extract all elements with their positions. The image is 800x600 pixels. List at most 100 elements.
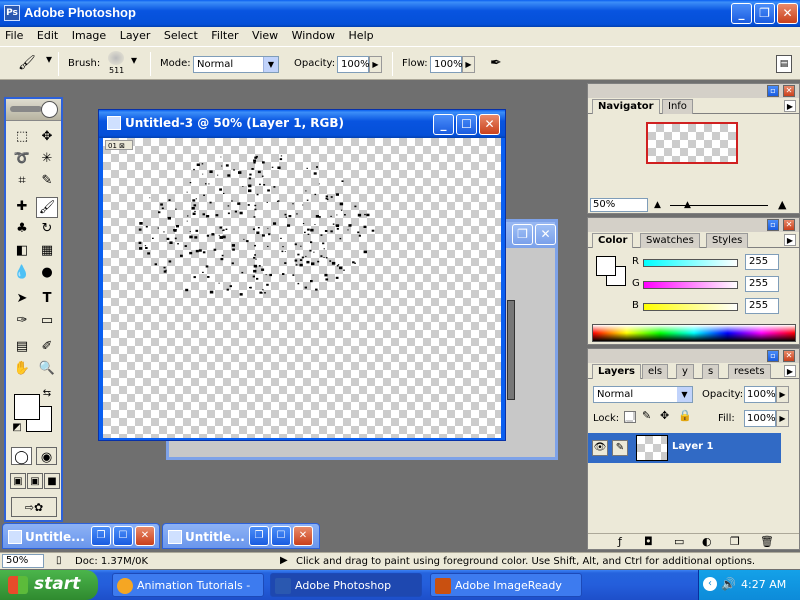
fill-arrow-icon[interactable]: ▶	[776, 410, 789, 427]
type-tool-icon[interactable]: T	[36, 289, 58, 310]
slice-tool-icon[interactable]: ✎	[36, 171, 58, 192]
minimize-button[interactable]: _	[433, 114, 454, 135]
restore-button[interactable]: ❐	[512, 224, 533, 245]
menu-select[interactable]: Select	[159, 27, 203, 42]
minimized-document-1[interactable]: Untitle... ❐ ☐ ✕	[2, 523, 160, 549]
blur-tool-icon[interactable]: 💧	[11, 263, 33, 284]
tab-paths[interactable]: y	[676, 364, 694, 379]
jump-to-imageready-icon[interactable]: ⇨✿	[11, 497, 57, 517]
menu-edit[interactable]: Edit	[32, 27, 63, 42]
restore-button[interactable]: ❐	[91, 526, 111, 546]
task-adobe-photoshop[interactable]: Adobe Photoshop	[270, 573, 422, 597]
trash-icon[interactable]: 🗑	[760, 535, 774, 548]
marquee-tool-icon[interactable]: ⬚	[11, 127, 33, 148]
minimize-button[interactable]: _	[731, 3, 752, 24]
lasso-tool-icon[interactable]: ➰	[11, 149, 33, 170]
airbrush-icon[interactable]: ✒	[490, 55, 512, 73]
flow-arrow-icon[interactable]: ▶	[462, 56, 475, 73]
menu-layer[interactable]: Layer	[115, 27, 156, 42]
crop-tool-icon[interactable]: ⌗	[11, 171, 33, 192]
zoom-in-icon[interactable]: ▲	[778, 198, 786, 211]
brush-preview-icon[interactable]	[108, 51, 124, 65]
close-panel-button[interactable]: ✕	[783, 219, 795, 231]
minimize-panel-button[interactable]: ▫	[767, 85, 779, 97]
tab-info[interactable]: Info	[662, 99, 693, 114]
standard-mode-icon[interactable]: ◯	[11, 447, 32, 465]
status-zoom-input[interactable]: 50%	[2, 554, 44, 568]
notes-tool-icon[interactable]: ▤	[11, 337, 33, 358]
move-tool-icon[interactable]: ✥	[36, 127, 58, 148]
tab-color[interactable]: Color	[592, 233, 634, 248]
opacity-arrow-icon[interactable]: ▶	[369, 56, 382, 73]
tool-preset-arrow-icon[interactable]: ▾	[46, 52, 52, 66]
lock-transparency-icon[interactable]	[624, 411, 636, 423]
panel-menu-icon[interactable]: ▶	[784, 234, 796, 246]
layer-row[interactable]: 👁 ✎ Layer 1	[588, 433, 781, 463]
tab-navigator[interactable]: Navigator	[592, 99, 660, 114]
channel-b-slider[interactable]	[643, 303, 738, 311]
close-button[interactable]: ✕	[479, 114, 500, 135]
shape-tool-icon[interactable]: ▭	[36, 311, 58, 332]
tab-channels[interactable]: els	[642, 364, 669, 379]
screen-mode-full-menu-icon[interactable]: ▣	[27, 473, 43, 489]
default-colors-icon[interactable]: ◩	[10, 421, 24, 435]
close-button[interactable]: ✕	[293, 526, 313, 546]
start-button[interactable]: start	[0, 570, 98, 600]
channel-r-slider[interactable]	[643, 259, 738, 267]
channel-r-input[interactable]: 255	[745, 254, 779, 270]
tab-styles[interactable]: Styles	[706, 233, 749, 248]
brush-picker-arrow-icon[interactable]: ▾	[131, 53, 137, 67]
canvas[interactable]: 01 ⊠	[103, 138, 501, 438]
fill-input[interactable]: 100%	[744, 410, 776, 427]
brush-link-icon[interactable]: ✎	[612, 440, 628, 456]
foreground-color-swatch[interactable]	[14, 394, 40, 420]
navigator-thumbnail[interactable]	[646, 122, 738, 164]
menu-file[interactable]: File	[0, 27, 28, 42]
brush-tool-icon[interactable]: 🖌	[36, 197, 58, 218]
layer-mask-icon[interactable]: ◘	[644, 535, 653, 548]
palette-well-icon[interactable]: ▤	[776, 55, 792, 73]
menu-filter[interactable]: Filter	[206, 27, 243, 42]
color-ramp[interactable]	[592, 324, 796, 342]
panel-title-bar[interactable]: ▫ ✕	[588, 349, 799, 363]
minimize-panel-button[interactable]: ▫	[767, 350, 779, 362]
maximize-button[interactable]: ☐	[271, 526, 291, 546]
blend-mode-select[interactable]: Normal ▼	[593, 386, 693, 403]
zoom-out-icon[interactable]: ▲	[654, 200, 661, 210]
lock-position-icon[interactable]: ✥	[660, 409, 669, 422]
opacity-input[interactable]: 100%	[337, 56, 370, 73]
adjustment-layer-icon[interactable]: ◐	[702, 535, 712, 548]
color-fg-swatch[interactable]	[596, 256, 616, 276]
gradient-tool-icon[interactable]: ▦	[36, 241, 58, 262]
screen-mode-standard-icon[interactable]: ▣	[10, 473, 26, 489]
navigator-zoom-input[interactable]: 50%	[590, 198, 648, 212]
task-animation-tutorials[interactable]: Animation Tutorials - ...	[112, 573, 264, 597]
close-panel-button[interactable]: ✕	[783, 350, 795, 362]
close-button[interactable]: ✕	[535, 224, 556, 245]
arrow-right-icon[interactable]: ▶	[280, 555, 288, 566]
new-group-icon[interactable]: ▭	[674, 535, 684, 548]
brush-tool-icon[interactable]: 🖌	[18, 55, 38, 73]
quickmask-mode-icon[interactable]: ◉	[36, 447, 57, 465]
mode-select[interactable]: Normal ▼	[193, 56, 279, 73]
document-window[interactable]: Untitled-3 @ 50% (Layer 1, RGB) _ ☐ ✕ 01…	[98, 109, 506, 441]
toolbox-header[interactable]	[6, 99, 61, 121]
menu-view[interactable]: View	[247, 27, 283, 42]
flow-input[interactable]: 100%	[430, 56, 463, 73]
close-button[interactable]: ✕	[777, 3, 798, 24]
maximize-button[interactable]: ☐	[113, 526, 133, 546]
eye-icon[interactable]: 👁	[592, 440, 608, 456]
minimized-document-2[interactable]: Untitle... ❐ ☐ ✕	[162, 523, 320, 549]
tab-presets[interactable]: resets	[728, 364, 771, 379]
menu-window[interactable]: Window	[287, 27, 340, 42]
tab-layers[interactable]: Layers	[592, 364, 641, 379]
channel-g-input[interactable]: 255	[745, 276, 779, 292]
menu-help[interactable]: Help	[344, 27, 379, 42]
document-title-bar[interactable]: Untitled-3 @ 50% (Layer 1, RGB) _ ☐ ✕	[99, 110, 505, 138]
layer-opacity-input[interactable]: 100%	[744, 386, 776, 403]
close-button[interactable]: ✕	[135, 526, 155, 546]
clone-stamp-icon[interactable]: ♣	[11, 219, 33, 240]
hand-tool-icon[interactable]: ✋	[11, 359, 33, 380]
show-hidden-icons-icon[interactable]: ‹	[703, 577, 717, 591]
eraser-tool-icon[interactable]: ◧	[11, 241, 33, 262]
